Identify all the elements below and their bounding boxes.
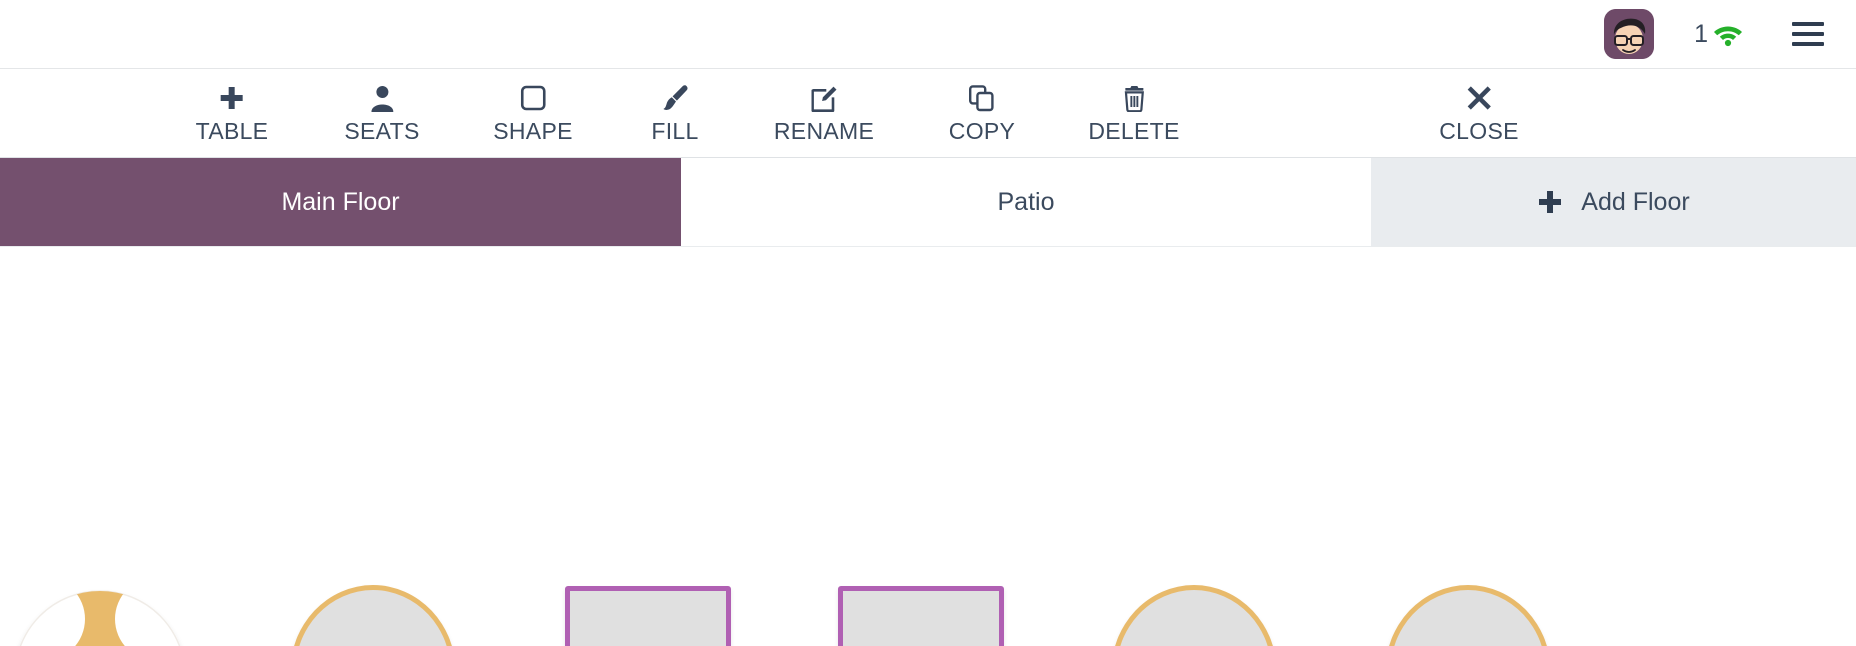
toolbar-label-close: CLOSE [1439,118,1519,144]
editor-toolbar: TABLE SEATS SHAPE FILL RENAME COPY DELET… [0,69,1856,158]
toolbar-button-seats[interactable]: SEATS [344,83,419,144]
floor-tab-bar: Main Floor Patio Add Floor [0,158,1856,247]
top-bar: 1 [0,0,1856,69]
plus-icon [219,83,245,113]
top-bar-right-group: 1 [1604,9,1832,59]
pencil-square-icon [810,83,837,113]
hamburger-bar-2 [1792,32,1824,36]
floor-tab-label-main-floor: Main Floor [281,187,400,216]
add-floor-button[interactable]: Add Floor [1371,158,1856,246]
toolbar-label-rename: RENAME [773,118,875,144]
toolbar-button-shape[interactable]: SHAPE [493,83,572,144]
toolbar-button-rename[interactable]: RENAME [774,83,874,144]
table-element-4[interactable]: 4 2 [838,586,1004,646]
add-floor-label: Add Floor [1581,187,1690,216]
toolbar-label-seats: SEATS [344,118,420,144]
table-element-6[interactable]: 6 4 [1385,585,1551,646]
close-x-icon [1466,83,1492,113]
floor-tab-main-floor[interactable]: Main Floor [0,158,681,246]
toolbar-label-copy: COPY [948,118,1016,144]
person-icon [371,83,393,113]
notification-count: 1 [1694,19,1708,48]
toolbar-button-fill[interactable]: FILL [651,83,698,144]
table-element-5[interactable]: 5 4 [1111,585,1277,646]
trash-icon [1122,83,1146,113]
toolbar-label-table: TABLE [195,118,269,144]
toolbar-label-delete: DELETE [1088,118,1180,144]
hamburger-menu-icon[interactable] [1792,22,1824,46]
toolbar-button-copy[interactable]: COPY [949,83,1015,144]
hamburger-bar-1 [1792,22,1824,26]
table-element-3[interactable]: 3 2 [565,586,731,646]
floor-tab-patio[interactable]: Patio [681,158,1371,246]
hamburger-bar-3 [1792,42,1824,46]
toolbar-label-fill: FILL [651,118,699,144]
table-element-1[interactable]: 1 [14,590,186,646]
toolbar-label-shape: SHAPE [493,118,573,144]
floor-plan-canvas[interactable]: 1 2 2 3 2 4 2 5 4 6 4 [0,247,1856,646]
toolbar-button-close[interactable]: CLOSE [1439,83,1518,144]
wifi-status-group[interactable]: 1 [1694,21,1744,47]
toolbar-button-table[interactable]: TABLE [196,83,269,144]
square-outline-icon [520,83,546,113]
avatar-face-icon [1604,9,1655,59]
copy-icon [969,83,995,113]
table-1-shape-icon [19,590,181,646]
toolbar-button-delete[interactable]: DELETE [1088,83,1179,144]
floor-tab-label-patio: Patio [997,187,1055,216]
user-avatar[interactable] [1604,9,1655,59]
wifi-icon [1714,26,1742,47]
plus-icon [1537,189,1563,215]
table-element-2[interactable]: 2 2 [290,585,456,646]
paintbrush-icon [661,83,689,113]
